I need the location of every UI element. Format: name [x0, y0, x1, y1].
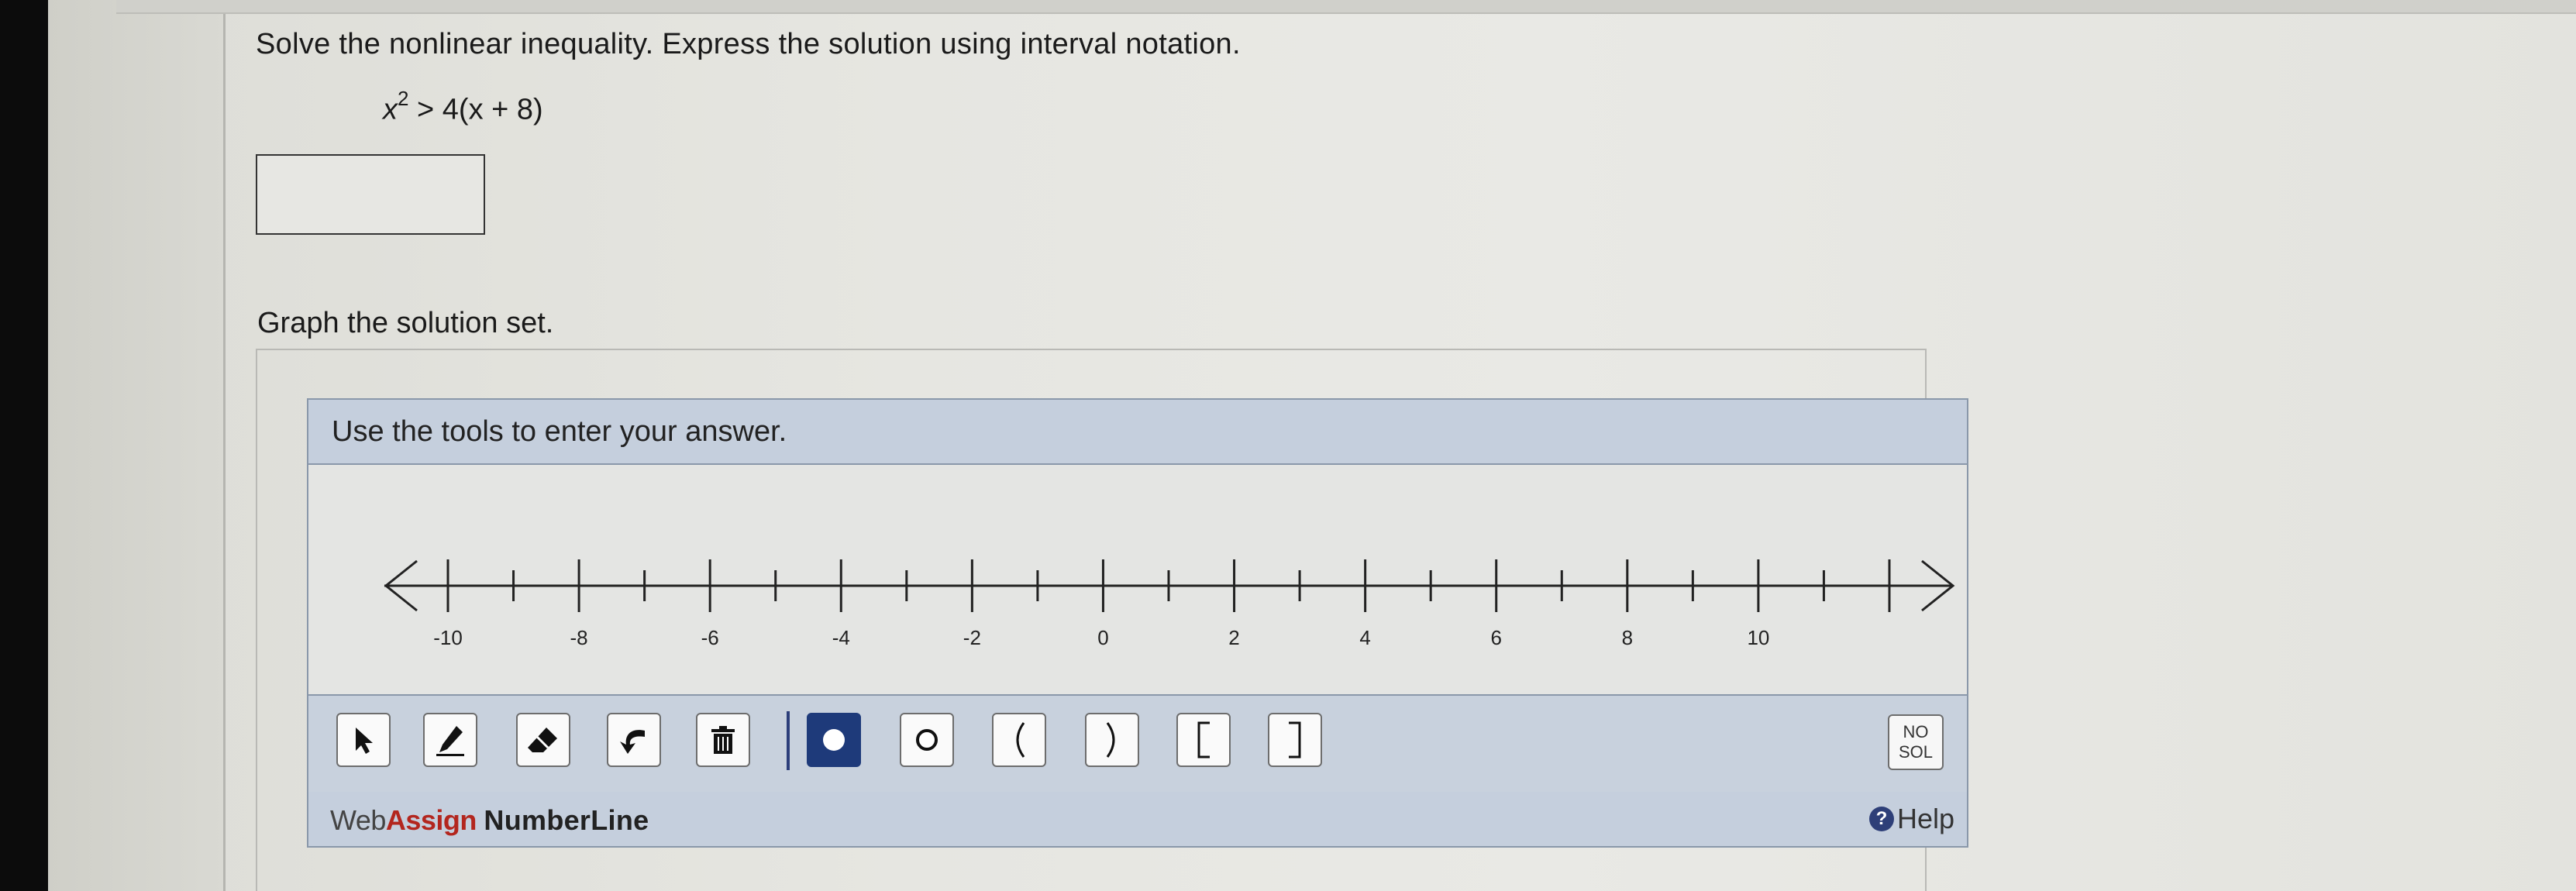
no-solution-button[interactable]: NO SOL: [1888, 714, 1944, 770]
inequality-equation: x2 > 4(x + 8): [383, 87, 543, 127]
tick-label: -2: [963, 626, 981, 649]
tool-header: Use the tools to enter your answer.: [308, 400, 1967, 465]
question-prompt: Solve the nonlinear inequality. Express …: [256, 28, 1241, 60]
webassign-logo: WebAssign NumberLine: [330, 804, 649, 836]
no-solution-line1: NO: [1903, 722, 1929, 741]
trash-icon: [711, 726, 735, 754]
help-icon: ?: [1868, 807, 1894, 831]
number-line[interactable]: -10 -8 -6 -4 -2 0 2 4 6 8 10: [308, 508, 1967, 663]
left-paren-tool[interactable]: [992, 713, 1046, 767]
left-gutter: [48, 0, 225, 891]
equation-rhs: > 4(x + 8): [417, 93, 543, 126]
tick-label: -10: [433, 626, 463, 649]
gutter-divider: [223, 0, 226, 891]
tool-instruction: Use the tools to enter your answer.: [332, 415, 787, 448]
left-paren-icon: [1016, 722, 1025, 758]
left-bracket-tool[interactable]: [1176, 713, 1231, 767]
tick-label: 8: [1622, 626, 1633, 649]
tick-label: 4: [1359, 626, 1370, 649]
equation-variable: x: [383, 93, 398, 126]
closed-dot-icon: [823, 729, 845, 751]
closed-dot-tool[interactable]: [807, 713, 861, 767]
interval-answer-input[interactable]: [256, 154, 485, 235]
right-paren-tool[interactable]: [1085, 713, 1139, 767]
right-paren-icon: [1106, 722, 1115, 758]
open-dot-icon: [916, 729, 938, 751]
tick-label: 2: [1228, 626, 1239, 649]
equation-exponent: 2: [398, 87, 409, 110]
tick-label: 10: [1747, 626, 1769, 649]
pencil-tool[interactable]: [423, 713, 477, 767]
eraser-icon: [528, 728, 557, 752]
undo-tool[interactable]: [607, 713, 661, 767]
right-bracket-tool[interactable]: [1268, 713, 1322, 767]
trash-tool[interactable]: [696, 713, 750, 767]
eraser-tool[interactable]: [516, 713, 570, 767]
tick-label: -8: [570, 626, 588, 649]
tool-footer: WebAssign NumberLine ? Help: [308, 792, 1967, 846]
screen-bezel: [0, 0, 48, 891]
help-link[interactable]: ? Help: [1868, 803, 1954, 835]
product-name: NumberLine: [484, 804, 649, 836]
numberline-tool: Use the tools to enter your answer. -10-…: [307, 398, 1968, 848]
drawing-toolbar: NO SOL: [308, 694, 1967, 793]
toolbar-separator: [787, 711, 790, 770]
top-rule: [116, 0, 2576, 14]
undo-icon: [620, 730, 645, 754]
tick-label: -4: [832, 626, 850, 649]
pencil-icon: [436, 726, 464, 756]
right-bracket-icon: [1289, 721, 1301, 759]
graph-prompt: Graph the solution set.: [257, 307, 554, 339]
help-label: Help: [1896, 803, 1954, 834]
pointer-tool[interactable]: [336, 713, 391, 767]
tick-label: 6: [1490, 626, 1501, 649]
tick-label: 0: [1097, 626, 1108, 649]
tick-label: -6: [701, 626, 719, 649]
left-bracket-icon: [1197, 721, 1210, 759]
open-dot-tool[interactable]: [900, 713, 954, 767]
pointer-icon: [356, 728, 373, 754]
no-solution-line2: SOL: [1898, 742, 1934, 762]
